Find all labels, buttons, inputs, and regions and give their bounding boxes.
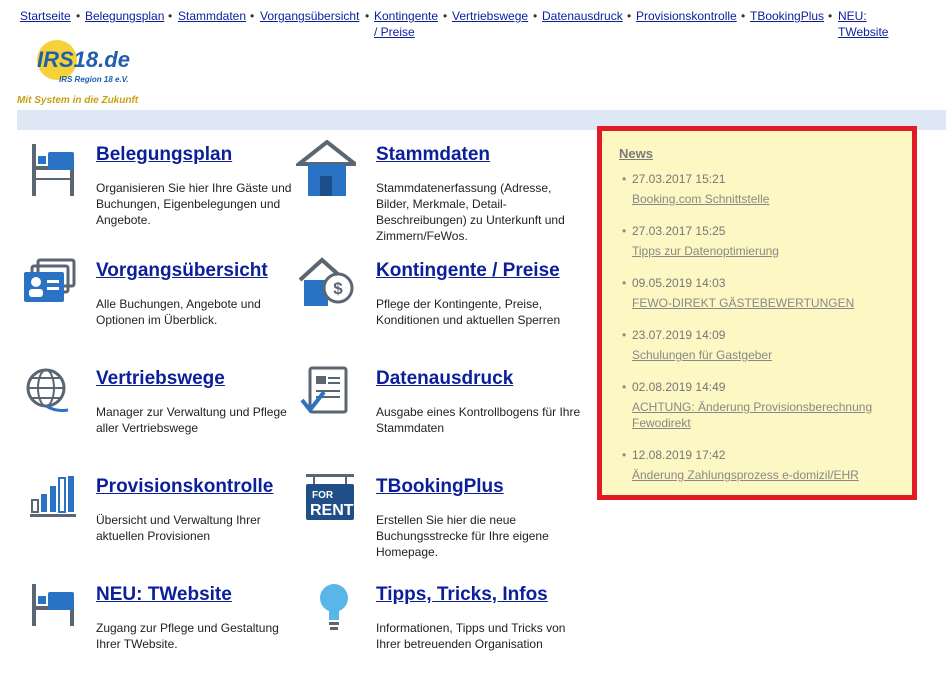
tile-vertriebswege-link[interactable]: Vertriebswege xyxy=(96,368,225,390)
tile-vertriebswege-desc: Manager zur Verwaltung und Pflege aller … xyxy=(96,405,287,435)
nav-datenausdruck[interactable]: Datenausdruck xyxy=(542,8,623,24)
irs18-logo[interactable]: IRS18.de IRS Region 18 e.V. Mit System i… xyxy=(17,40,167,110)
news-bullet: • xyxy=(622,224,627,238)
tile-twebsite-desc: Zugang zur Pflege und Gestaltung Ihrer T… xyxy=(96,621,279,651)
id-cards-icon[interactable] xyxy=(16,256,76,316)
news-title-link[interactable]: News xyxy=(619,146,653,161)
bed-icon[interactable] xyxy=(16,140,76,200)
news-bullet: • xyxy=(622,380,627,394)
news-item: • 23.07.2019 14:09 Schulungen für Gastge… xyxy=(622,327,902,363)
news-link[interactable]: ACHTUNG: Änderung Provisionsberechnung F… xyxy=(632,399,902,431)
tile-twebsite-link[interactable]: NEU: TWebsite xyxy=(96,584,232,606)
tile-kontingente-desc: Pflege der Kontingente, Preise, Konditio… xyxy=(376,297,561,327)
news-link[interactable]: FEWO-DIREKT GÄSTEBEWERTUNGEN xyxy=(632,295,902,311)
for-rent-sign-icon[interactable]: FOR RENT xyxy=(296,472,356,532)
nav-separator: • xyxy=(741,9,746,23)
tile-tipps-desc: Informationen, Tipps und Tricks von Ihre… xyxy=(376,621,566,651)
sign-line1: FOR xyxy=(312,490,334,501)
tile-kontingente-link[interactable]: Kontingente / Preise xyxy=(376,260,560,282)
news-date: 12.08.2019 17:42 xyxy=(632,448,726,462)
bar-chart-icon[interactable] xyxy=(16,472,76,532)
house-icon[interactable] xyxy=(293,139,361,200)
tile-datenausdruck-link[interactable]: Datenausdruck xyxy=(376,368,513,390)
nav-kontingente[interactable]: Kontingente / Preise xyxy=(374,8,438,40)
nav-separator: • xyxy=(250,9,255,23)
nav-belegungsplan[interactable]: Belegungsplan xyxy=(85,8,164,24)
news-bullet: • xyxy=(622,276,627,290)
news-date: 27.03.2017 15:21 xyxy=(632,172,726,186)
bed-icon[interactable] xyxy=(16,580,76,640)
svg-text:$: $ xyxy=(333,279,343,298)
globe-icon[interactable] xyxy=(16,364,76,424)
nav-belegungsplan-link[interactable]: Belegungsplan xyxy=(85,9,164,23)
nav-separator: • xyxy=(627,9,632,23)
logo-slogan-text: Mit System in die Zukunft xyxy=(17,95,139,106)
nav-startseite[interactable]: Startseite xyxy=(20,8,71,24)
nav-vertriebswege-link[interactable]: Vertriebswege xyxy=(452,9,528,23)
tile-provisionskontrolle-desc: Übersicht und Verwaltung Ihrer aktuellen… xyxy=(96,513,261,543)
nav-vorgangsuebersicht[interactable]: Vorgangsübersicht xyxy=(260,8,359,24)
nav-tbookingplus-link[interactable]: TBookingPlus xyxy=(750,9,824,23)
document-check-icon[interactable] xyxy=(296,364,356,424)
nav-kontingente-link[interactable]: Kontingente xyxy=(374,9,438,23)
nav-separator: • xyxy=(828,9,833,23)
news-date: 23.07.2019 14:09 xyxy=(632,328,726,342)
nav-neu-link[interactable]: NEU: xyxy=(838,9,867,23)
nav-separator: • xyxy=(443,9,448,23)
news-bullet: • xyxy=(622,328,627,342)
news-panel: News • 27.03.2017 15:21 Booking.com Schn… xyxy=(597,126,917,500)
tile-belegungsplan-desc: Organisieren Sie hier Ihre Gäste und Buc… xyxy=(96,181,292,227)
news-date: 02.08.2019 14:49 xyxy=(632,380,726,394)
news-link[interactable]: Schulungen für Gastgeber xyxy=(632,347,902,363)
nav-vertriebswege[interactable]: Vertriebswege xyxy=(452,8,528,24)
nav-startseite-link[interactable]: Startseite xyxy=(20,9,71,23)
news-bullet: • xyxy=(622,448,627,462)
news-bullet: • xyxy=(622,172,627,186)
nav-twebsite[interactable]: NEU: TWebsite xyxy=(838,8,888,40)
tile-stammdaten-desc: Stammdatenerfassung (Adresse, Bilder, Me… xyxy=(376,181,565,243)
nav-twebsite-link[interactable]: TWebsite xyxy=(838,25,888,39)
house-dollar-icon[interactable]: $ xyxy=(296,256,356,316)
nav-separator: • xyxy=(365,9,370,23)
nav-stammdaten-link[interactable]: Stammdaten xyxy=(178,9,246,23)
nav-provisionskontrolle[interactable]: Provisionskontrolle xyxy=(636,8,737,24)
logo-graphic: IRS18.de IRS Region 18 e.V. Mit System i… xyxy=(17,40,139,106)
nav-separator: • xyxy=(76,9,81,23)
news-link[interactable]: Booking.com Schnittstelle xyxy=(632,191,902,207)
news-item: • 02.08.2019 14:49 ACHTUNG: Änderung Pro… xyxy=(622,379,902,431)
nav-vorgangsuebersicht-link[interactable]: Vorgangsübersicht xyxy=(260,9,359,23)
tile-belegungsplan-link[interactable]: Belegungsplan xyxy=(96,144,232,166)
tile-provisionskontrolle-link[interactable]: Provisionskontrolle xyxy=(96,476,273,498)
tile-tbookingplus-link[interactable]: TBookingPlus xyxy=(376,476,504,498)
news-date: 27.03.2017 15:25 xyxy=(632,224,726,238)
news-link[interactable]: Änderung Zahlungsprozess e-domizil/EHR xyxy=(632,467,902,483)
news-item: • 27.03.2017 15:21 Booking.com Schnittst… xyxy=(622,171,902,207)
news-item: • 09.05.2019 14:03 FEWO-DIREKT GÄSTEBEWE… xyxy=(622,275,902,311)
nav-separator: • xyxy=(168,9,173,23)
lightbulb-icon[interactable] xyxy=(296,580,356,640)
sign-line2: RENT xyxy=(310,502,354,519)
news-date: 09.05.2019 14:03 xyxy=(632,276,726,290)
tile-tbookingplus-desc: Erstellen Sie hier die neue Buchungsstre… xyxy=(376,513,549,559)
nav-datenausdruck-link[interactable]: Datenausdruck xyxy=(542,9,623,23)
logo-brand-text: IRS18.de xyxy=(37,47,130,72)
news-item: • 12.08.2019 17:42 Änderung Zahlungsproz… xyxy=(622,447,902,483)
news-item: • 27.03.2017 15:25 Tipps zur Datenoptimi… xyxy=(622,223,902,259)
nav-provisionskontrolle-link[interactable]: Provisionskontrolle xyxy=(636,9,737,23)
tile-stammdaten-link[interactable]: Stammdaten xyxy=(376,144,490,166)
tile-tipps-link[interactable]: Tipps, Tricks, Infos xyxy=(376,584,548,606)
nav-separator: • xyxy=(533,9,538,23)
news-link[interactable]: Tipps zur Datenoptimierung xyxy=(632,243,902,259)
tile-vorgangsuebersicht-desc: Alle Buchungen, Angebote und Optionen im… xyxy=(96,297,261,327)
tile-vorgangsuebersicht-link[interactable]: Vorgangsübersicht xyxy=(96,260,268,282)
nav-stammdaten[interactable]: Stammdaten xyxy=(178,8,246,24)
nav-preise-link[interactable]: / Preise xyxy=(374,25,415,39)
tile-datenausdruck-desc: Ausgabe eines Kontrollbogens für Ihre St… xyxy=(376,405,581,435)
nav-tbookingplus[interactable]: TBookingPlus xyxy=(750,8,824,24)
logo-sub-text: IRS Region 18 e.V. xyxy=(59,75,129,84)
